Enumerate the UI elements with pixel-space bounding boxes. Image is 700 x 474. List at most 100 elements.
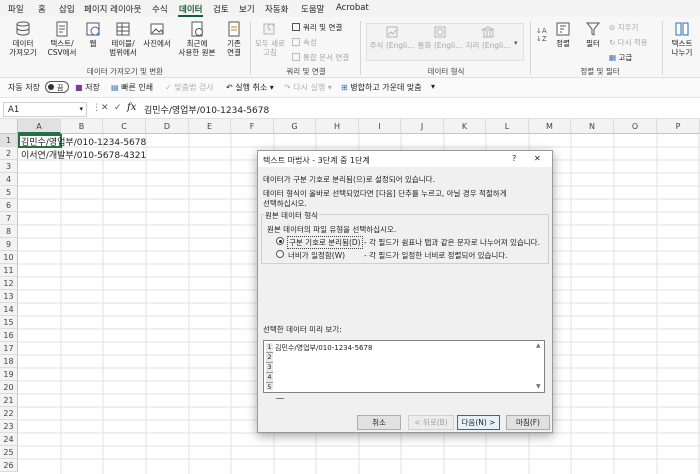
merge-center-button[interactable]: ⊞ 병합하고 가운데 맞춤 — [341, 82, 422, 93]
from-text-csv-button[interactable]: 텍스트/ CSV에서 — [44, 21, 80, 57]
row-header[interactable]: 9 — [0, 238, 18, 251]
column-header-h[interactable]: H — [316, 119, 359, 134]
column-header-c[interactable]: C — [103, 119, 146, 134]
column-header-g[interactable]: G — [274, 119, 316, 134]
row-header[interactable]: 22 — [0, 407, 18, 420]
row-header[interactable]: 13 — [0, 290, 18, 303]
undo-button[interactable]: ↶ 실행 취소 ▾ — [226, 82, 274, 93]
column-header-m[interactable]: M — [529, 119, 571, 134]
tab-data[interactable]: 데이터 — [179, 3, 202, 15]
row-header[interactable]: 12 — [0, 277, 18, 290]
gallery-more-icon[interactable]: ▾ — [514, 39, 518, 47]
tab-automate[interactable]: 자동화 — [265, 3, 288, 15]
row-header[interactable]: 26 — [0, 459, 18, 472]
column-header-n[interactable]: N — [571, 119, 614, 134]
undo-dropdown-icon[interactable]: ▾ — [267, 83, 274, 92]
tab-file[interactable]: 파일 — [8, 3, 24, 15]
row-header[interactable]: 2 — [0, 147, 18, 160]
redo-dropdown-icon[interactable]: ▾ — [325, 83, 332, 92]
redo-button[interactable]: ↷ 다시 실행 ▾ — [284, 82, 332, 93]
cancel-icon[interactable]: ✕ — [101, 103, 109, 113]
text-to-columns-button[interactable]: 텍스트 나누기 — [664, 21, 700, 57]
row-header[interactable]: 17 — [0, 342, 18, 355]
filter-button[interactable]: 필터 — [582, 21, 604, 48]
scroll-down-icon[interactable]: ▼ — [536, 383, 541, 390]
enter-icon[interactable]: ✓ — [114, 103, 122, 113]
insert-function-button[interactable]: fx — [127, 102, 136, 113]
column-header-k[interactable]: K — [444, 119, 486, 134]
column-header-f[interactable]: F — [231, 119, 274, 134]
from-picture-button[interactable]: 사진에서 — [141, 21, 173, 48]
from-table-range-button[interactable]: 테이블/ 범위에서 — [106, 21, 140, 57]
reapply-filter-button[interactable]: ↻ 다시 적용 — [609, 37, 648, 48]
tab-page-layout[interactable]: 페이지 레이아웃 — [84, 3, 141, 15]
row-header[interactable]: 18 — [0, 355, 18, 368]
delimited-radio[interactable] — [276, 237, 284, 245]
finish-button[interactable]: 마침(F) — [506, 415, 550, 430]
row-header[interactable]: 4 — [0, 173, 18, 186]
tab-insert[interactable]: 삽입 — [59, 3, 75, 15]
scroll-up-icon[interactable]: ▲ — [536, 342, 541, 349]
row-header[interactable]: 3 — [0, 160, 18, 173]
column-header-p[interactable]: P — [657, 119, 700, 134]
row-header[interactable]: 16 — [0, 329, 18, 342]
fixed-width-radio[interactable] — [276, 250, 284, 258]
row-header[interactable]: 1 — [0, 134, 18, 147]
tab-home[interactable]: 홈 — [38, 3, 46, 15]
advanced-filter-button[interactable]: ▦ 고급 — [609, 52, 632, 63]
column-header-d[interactable]: D — [146, 119, 189, 134]
queries-connections-button[interactable]: 쿼리 및 연결 — [292, 22, 342, 33]
clear-filter-button[interactable]: ⊘ 지우기 — [609, 22, 638, 33]
refresh-all-button[interactable]: 모두 새로 고침 — [254, 21, 286, 57]
row-header[interactable]: 23 — [0, 420, 18, 433]
next-button[interactable]: 다음(N) > — [457, 415, 500, 430]
data-preview-box[interactable]: 1 2 3 4 5 김민수/영업부/010-1234-5678 ▲ ▼ — [263, 340, 545, 393]
tab-acrobat[interactable]: Acrobat — [336, 3, 369, 13]
row-header[interactable]: 25 — [0, 446, 18, 459]
stocks-data-type-button[interactable]: 주식 (Engli... — [368, 25, 416, 50]
column-header-e[interactable]: E — [189, 119, 231, 134]
column-header-b[interactable]: B — [61, 119, 103, 134]
tab-help[interactable]: 도움말 — [301, 3, 324, 15]
row-header[interactable]: 21 — [0, 394, 18, 407]
back-button[interactable]: < 뒤로(B) — [408, 415, 454, 430]
column-header-i[interactable]: I — [359, 119, 401, 134]
qat-customize-icon[interactable]: ▾ — [431, 82, 435, 91]
from-web-button[interactable]: 웹 — [82, 21, 104, 48]
column-header-j[interactable]: J — [401, 119, 444, 134]
select-all-corner[interactable] — [0, 119, 18, 134]
row-header[interactable]: 8 — [0, 225, 18, 238]
get-data-button[interactable]: 데이터 가져오기 — [6, 21, 40, 57]
help-icon[interactable]: ? — [512, 154, 516, 163]
row-header[interactable]: 24 — [0, 433, 18, 446]
quick-print-button[interactable]: ▤ 빠른 인쇄 — [111, 82, 153, 93]
row-header[interactable]: 14 — [0, 303, 18, 316]
sort-button[interactable]: 정렬 — [552, 21, 574, 48]
currencies-data-type-button[interactable]: 통화 (Engli... — [416, 25, 464, 50]
name-box-dropdown-icon[interactable]: ▾ — [79, 105, 83, 113]
column-header-l[interactable]: L — [486, 119, 529, 134]
row-header[interactable]: 7 — [0, 212, 18, 225]
horizontal-scroll-thumb[interactable] — [276, 398, 284, 399]
row-header[interactable]: 11 — [0, 264, 18, 277]
column-header-o[interactable]: O — [614, 119, 657, 134]
save-button[interactable]: ■ 저장 — [75, 82, 100, 93]
formula-input[interactable]: 김민수/영업부/010-1234-5678 — [144, 103, 269, 116]
existing-connections-button[interactable]: 기존 연결 — [222, 21, 246, 57]
row-header[interactable]: 20 — [0, 381, 18, 394]
fixed-width-label[interactable]: 너비가 일정함(W) — [288, 250, 345, 261]
row-header[interactable]: 6 — [0, 199, 18, 212]
delimited-label[interactable]: 구분 기호로 분리됨(D) — [287, 236, 363, 249]
autosave-toggle[interactable]: 끔 — [45, 81, 69, 93]
row-header[interactable]: 15 — [0, 316, 18, 329]
spell-check-button[interactable]: ✓ 맞춤법 검사 — [165, 82, 214, 93]
close-icon[interactable]: ✕ — [534, 154, 541, 163]
tab-view[interactable]: 보기 — [239, 3, 255, 15]
sort-asc-desc-icon[interactable]: ↓A ↓Z — [536, 27, 547, 43]
row-header[interactable]: 10 — [0, 251, 18, 264]
name-box[interactable]: A1 ▾ — [3, 102, 87, 117]
cell-a1[interactable]: 김민수/영업부/010-1234-5678 — [21, 135, 146, 148]
row-header[interactable]: 19 — [0, 368, 18, 381]
cancel-button[interactable]: 취소 — [357, 415, 401, 430]
row-header[interactable]: 5 — [0, 186, 18, 199]
